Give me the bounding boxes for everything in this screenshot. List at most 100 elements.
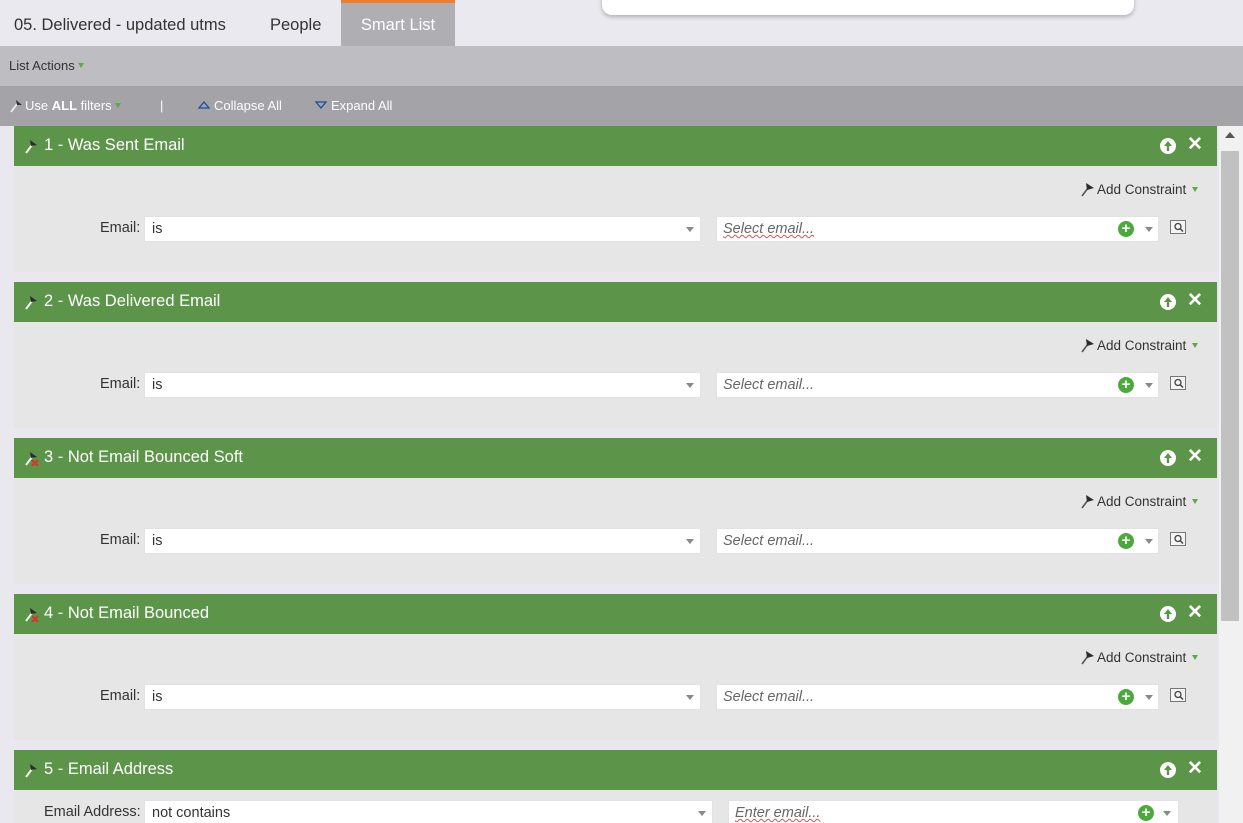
browse-picker-icon[interactable] [1170,532,1186,546]
remove-filter-button[interactable]: ✕ [1186,759,1204,779]
scroll-up-arrow-icon[interactable] [1225,132,1235,138]
move-up-button[interactable] [1160,138,1176,154]
operator-select[interactable]: is [144,372,701,398]
scroll-thumb[interactable] [1221,151,1239,621]
field-label: Email: [100,688,141,704]
operator-select[interactable]: is [144,528,701,554]
add-constraint-label: Add Constraint [1097,182,1187,197]
add-value-icon[interactable]: + [1118,377,1134,393]
operator-value: not contains [152,805,231,821]
field-label: Email: [100,376,141,392]
tab-smart-list[interactable]: Smart List [341,0,455,46]
dropdown-triangle-icon [1192,343,1199,348]
field-label: Email: [100,532,141,548]
add-value-icon[interactable]: + [1138,805,1154,821]
tab-program-name[interactable]: 05. Delivered - updated utms [14,0,226,46]
email-value-field[interactable]: Enter email... + [728,800,1179,823]
smart-list-canvas: 1 - Was Sent Email ✕ Add Constraint Emai… [0,126,1243,823]
move-up-button[interactable] [1160,294,1176,310]
remove-filter-button[interactable]: ✕ [1186,603,1204,623]
list-actions-menu[interactable]: List Actions [9,58,84,73]
browse-picker-icon[interactable] [1170,376,1186,390]
operator-value: is [152,689,163,705]
email-value-field[interactable]: Select email... + [716,684,1159,710]
chevron-down-icon [686,695,694,700]
move-up-button[interactable] [1160,450,1176,466]
wand-icon [1081,339,1094,353]
wand-icon [25,296,37,310]
add-constraint-menu[interactable]: Add Constraint [1080,338,1199,353]
filter-header[interactable]: 4 - Not Email Bounced ✕ [14,594,1217,634]
use-all-label: ALL [51,98,78,113]
email-value-field[interactable]: Select email... + [716,372,1159,398]
tab-people[interactable]: People [270,0,321,46]
chevron-down-icon[interactable] [1145,383,1153,388]
add-constraint-menu[interactable]: Add Constraint [1080,494,1199,509]
field-label: Email: [100,220,141,236]
wand-icon [25,764,37,778]
filter-header[interactable]: 1 - Was Sent Email ✕ [14,126,1217,166]
expand-all-button[interactable]: Expand All [315,98,392,113]
vertical-scrollbar[interactable] [1219,126,1243,823]
value-placeholder: Select email... [723,377,815,393]
browse-picker-icon[interactable] [1170,220,1186,234]
remove-filter-button[interactable]: ✕ [1186,135,1204,155]
remove-filter-button[interactable]: ✕ [1186,447,1204,467]
browse-picker-icon[interactable] [1170,688,1186,702]
add-constraint-menu[interactable]: Add Constraint [1080,650,1199,665]
value-placeholder: Select email... [723,221,815,237]
collapse-all-label: Collapse All [214,98,282,113]
email-value-field[interactable]: Select email... + [716,216,1159,242]
wand-negated-icon [25,452,39,466]
filter-card: 1 - Was Sent Email ✕ Add Constraint Emai… [14,126,1217,272]
operator-select[interactable]: is [144,216,701,242]
remove-filter-button[interactable]: ✕ [1186,291,1204,311]
add-value-icon[interactable]: + [1118,221,1134,237]
chevron-down-icon[interactable] [1145,695,1153,700]
operator-select[interactable]: is [144,684,701,710]
filter-title: 3 - Not Email Bounced Soft [44,448,244,466]
operator-value: is [152,377,163,393]
collapse-all-button[interactable]: Collapse All [198,98,282,113]
wand-icon [25,140,37,154]
dropdown-triangle-icon [114,103,121,108]
chevron-down-icon[interactable] [1163,811,1171,816]
wand-icon [10,100,22,113]
filter-title: 5 - Email Address [44,760,174,778]
filter-card: 2 - Was Delivered Email ✕ Add Constraint… [14,282,1217,428]
use-filters-menu[interactable]: Use ALL filters [9,98,121,113]
add-value-icon[interactable]: + [1118,689,1134,705]
popup-panel [602,0,1134,15]
add-value-icon[interactable]: + [1118,533,1134,549]
filter-title: 2 - Was Delivered Email [44,292,221,310]
chevron-down-icon[interactable] [1145,539,1153,544]
filter-header[interactable]: 3 - Not Email Bounced Soft ✕ [14,438,1217,478]
collapse-arrow-icon [198,101,210,109]
use-suffix: filters [77,98,112,113]
filter-title: 1 - Was Sent Email [44,136,185,154]
move-up-button[interactable] [1160,762,1176,778]
dropdown-triangle-icon [1192,187,1199,192]
operator-value: is [152,221,163,237]
chevron-down-icon [686,539,694,544]
filter-toolbar: Use ALL filters | Collapse All Expand Al… [0,86,1243,126]
expand-all-label: Expand All [331,98,393,113]
email-value-field[interactable]: Select email... + [716,528,1159,554]
chevron-down-icon [686,383,694,388]
add-constraint-menu[interactable]: Add Constraint [1080,182,1199,197]
wand-negated-icon [25,608,39,622]
filter-title: 4 - Not Email Bounced [44,604,210,622]
wand-icon [1081,651,1094,665]
filter-header[interactable]: 2 - Was Delivered Email ✕ [14,282,1217,322]
toolbar-separator: | [160,98,164,113]
dropdown-triangle-icon [1192,499,1199,504]
value-placeholder: Select email... [723,533,815,549]
operator-select[interactable]: not contains [144,800,713,823]
filter-card: 3 - Not Email Bounced Soft ✕ Add Constra… [14,438,1217,584]
list-actions-label: List Actions [9,58,75,73]
move-up-button[interactable] [1160,606,1176,622]
dropdown-triangle-icon [1192,655,1199,660]
chevron-down-icon[interactable] [1145,227,1153,232]
value-placeholder: Enter email... [735,805,821,821]
filter-header[interactable]: 5 - Email Address ✕ [14,750,1217,790]
